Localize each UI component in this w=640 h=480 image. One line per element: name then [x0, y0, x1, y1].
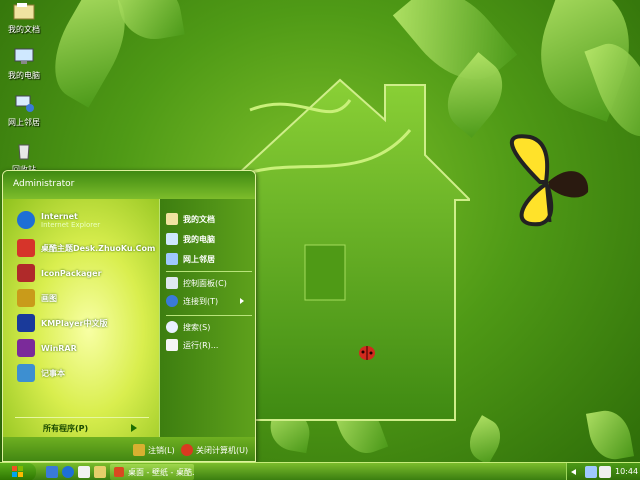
divider: [166, 315, 252, 316]
program-label: 桌酷主题Desk.ZhuoKu.Com: [41, 243, 156, 253]
connect-to-icon: [166, 295, 178, 307]
program-label: IconPackager: [41, 268, 102, 278]
program-sublabel: Internet Explorer: [41, 220, 101, 229]
chevron-right-icon: [131, 424, 137, 432]
desktop-icon-label: 我的文档: [8, 25, 40, 34]
shutdown-label: 关闭计算机(U): [196, 445, 249, 455]
places-label: 连接到(T): [183, 296, 219, 306]
run-icon: [166, 339, 178, 351]
internet-explorer-icon: [17, 211, 35, 229]
places-item-my-documents[interactable]: 我的文档: [166, 213, 215, 225]
kmplayer-icon: [17, 314, 35, 332]
network-tray-icon[interactable]: [585, 466, 597, 478]
shutdown-button[interactable]: 关闭计算机(U): [181, 444, 248, 456]
ladybug-illustration: [359, 346, 375, 360]
start-menu-programs-pane: Internet Internet Explorer 桌酷主题Desk.Zhuo…: [3, 199, 159, 437]
browser-icon: [114, 467, 124, 477]
clock[interactable]: 10:44: [615, 467, 638, 476]
program-item-zhuoku[interactable]: 桌酷主题Desk.ZhuoKu.Com: [17, 237, 155, 259]
start-menu-footer: 注销(L) 关闭计算机(U): [3, 437, 255, 461]
places-item-control-panel[interactable]: 控制面板(C): [166, 277, 227, 289]
my-documents-icon: [166, 213, 178, 225]
desktop-icon-label: 网上邻居: [8, 118, 40, 127]
program-label: 画图: [41, 293, 57, 303]
paint-icon: [17, 289, 35, 307]
places-label: 我的电脑: [183, 234, 215, 244]
logoff-button[interactable]: 注销(L): [133, 444, 175, 456]
places-label: 网上邻居: [183, 254, 215, 264]
network-places-icon: [166, 253, 178, 265]
desktop-icon-label: 我的电脑: [8, 71, 40, 80]
iconpackager-icon: [17, 264, 35, 282]
my-computer-icon: [166, 233, 178, 245]
desktop-icon-network[interactable]: 网上邻居: [2, 95, 46, 128]
places-item-network[interactable]: 网上邻居: [166, 253, 215, 265]
butterfly-illustration: [509, 134, 589, 227]
system-tray: 10:44: [566, 463, 640, 480]
program-label: 记事本: [41, 368, 65, 378]
my-computer-icon: [14, 48, 34, 64]
program-item-kmplayer[interactable]: KMPlayer中文版: [17, 312, 108, 334]
user-name: Administrator: [13, 179, 75, 189]
program-item-winrar[interactable]: WinRAR: [17, 337, 77, 359]
logoff-label: 注销(L): [148, 445, 175, 455]
search-icon: [166, 321, 178, 333]
control-panel-icon: [166, 277, 178, 289]
all-programs-button[interactable]: 所有程序(P): [43, 423, 88, 434]
task-label: 桌面 - 壁纸 - 桌酷...: [128, 468, 194, 477]
places-label: 控制面板(C): [183, 278, 227, 288]
quicklaunch-show-desktop-icon[interactable]: [46, 466, 58, 478]
leaf-decoration: [585, 406, 635, 464]
logoff-icon: [133, 444, 145, 456]
program-item-notepad[interactable]: 记事本: [17, 362, 65, 384]
program-item-paint[interactable]: 画图: [17, 287, 57, 309]
leaf-decoration: [115, 0, 185, 45]
places-label: 搜索(S): [183, 322, 211, 332]
folder-documents-icon: [13, 3, 35, 20]
windows-logo-icon: [12, 466, 23, 477]
quicklaunch-media-icon[interactable]: [78, 466, 90, 478]
quicklaunch-ie-icon[interactable]: [62, 466, 74, 478]
desktop-icon-my-computer[interactable]: 我的电脑: [2, 48, 46, 81]
places-label: 运行(R)...: [183, 340, 219, 350]
places-item-search[interactable]: 搜索(S): [166, 321, 210, 333]
divider: [166, 271, 252, 272]
start-menu-header: Administrator: [3, 171, 255, 199]
chevron-left-icon[interactable]: [571, 469, 576, 475]
places-item-run[interactable]: 运行(R)...: [166, 339, 218, 351]
notepad-icon: [17, 364, 35, 382]
taskbar-task-button[interactable]: 桌面 - 壁纸 - 桌酷...: [110, 464, 194, 480]
zhuoku-icon: [17, 239, 35, 257]
winrar-icon: [17, 339, 35, 357]
network-places-icon: [15, 95, 34, 112]
start-menu-places-pane: 我的文档 我的电脑 网上邻居 控制面板(C) 连接到(T) 搜索(S) 运行(R…: [159, 199, 255, 437]
start-button[interactable]: [0, 463, 36, 480]
program-label: WinRAR: [41, 343, 77, 353]
program-label: Internet: [41, 211, 78, 221]
places-item-connect-to[interactable]: 连接到(T): [166, 295, 218, 307]
start-menu: Administrator Internet Internet Explorer…: [2, 170, 256, 462]
taskbar: 桌面 - 壁纸 - 桌酷... 10:44: [0, 462, 640, 480]
quicklaunch-folder-icon[interactable]: [94, 466, 106, 478]
program-item-internet[interactable]: Internet Internet Explorer: [17, 209, 100, 231]
chevron-right-icon: [240, 298, 244, 304]
recycle-bin-icon: [18, 144, 30, 160]
program-item-iconpackager[interactable]: IconPackager: [17, 262, 102, 284]
power-icon: [181, 444, 193, 456]
volume-tray-icon[interactable]: [599, 466, 611, 478]
divider: [15, 417, 149, 418]
program-label: KMPlayer中文版: [41, 318, 108, 328]
places-label: 我的文档: [183, 214, 215, 224]
desktop-icon-my-documents[interactable]: 我的文档: [2, 2, 46, 35]
places-item-my-computer[interactable]: 我的电脑: [166, 233, 215, 245]
